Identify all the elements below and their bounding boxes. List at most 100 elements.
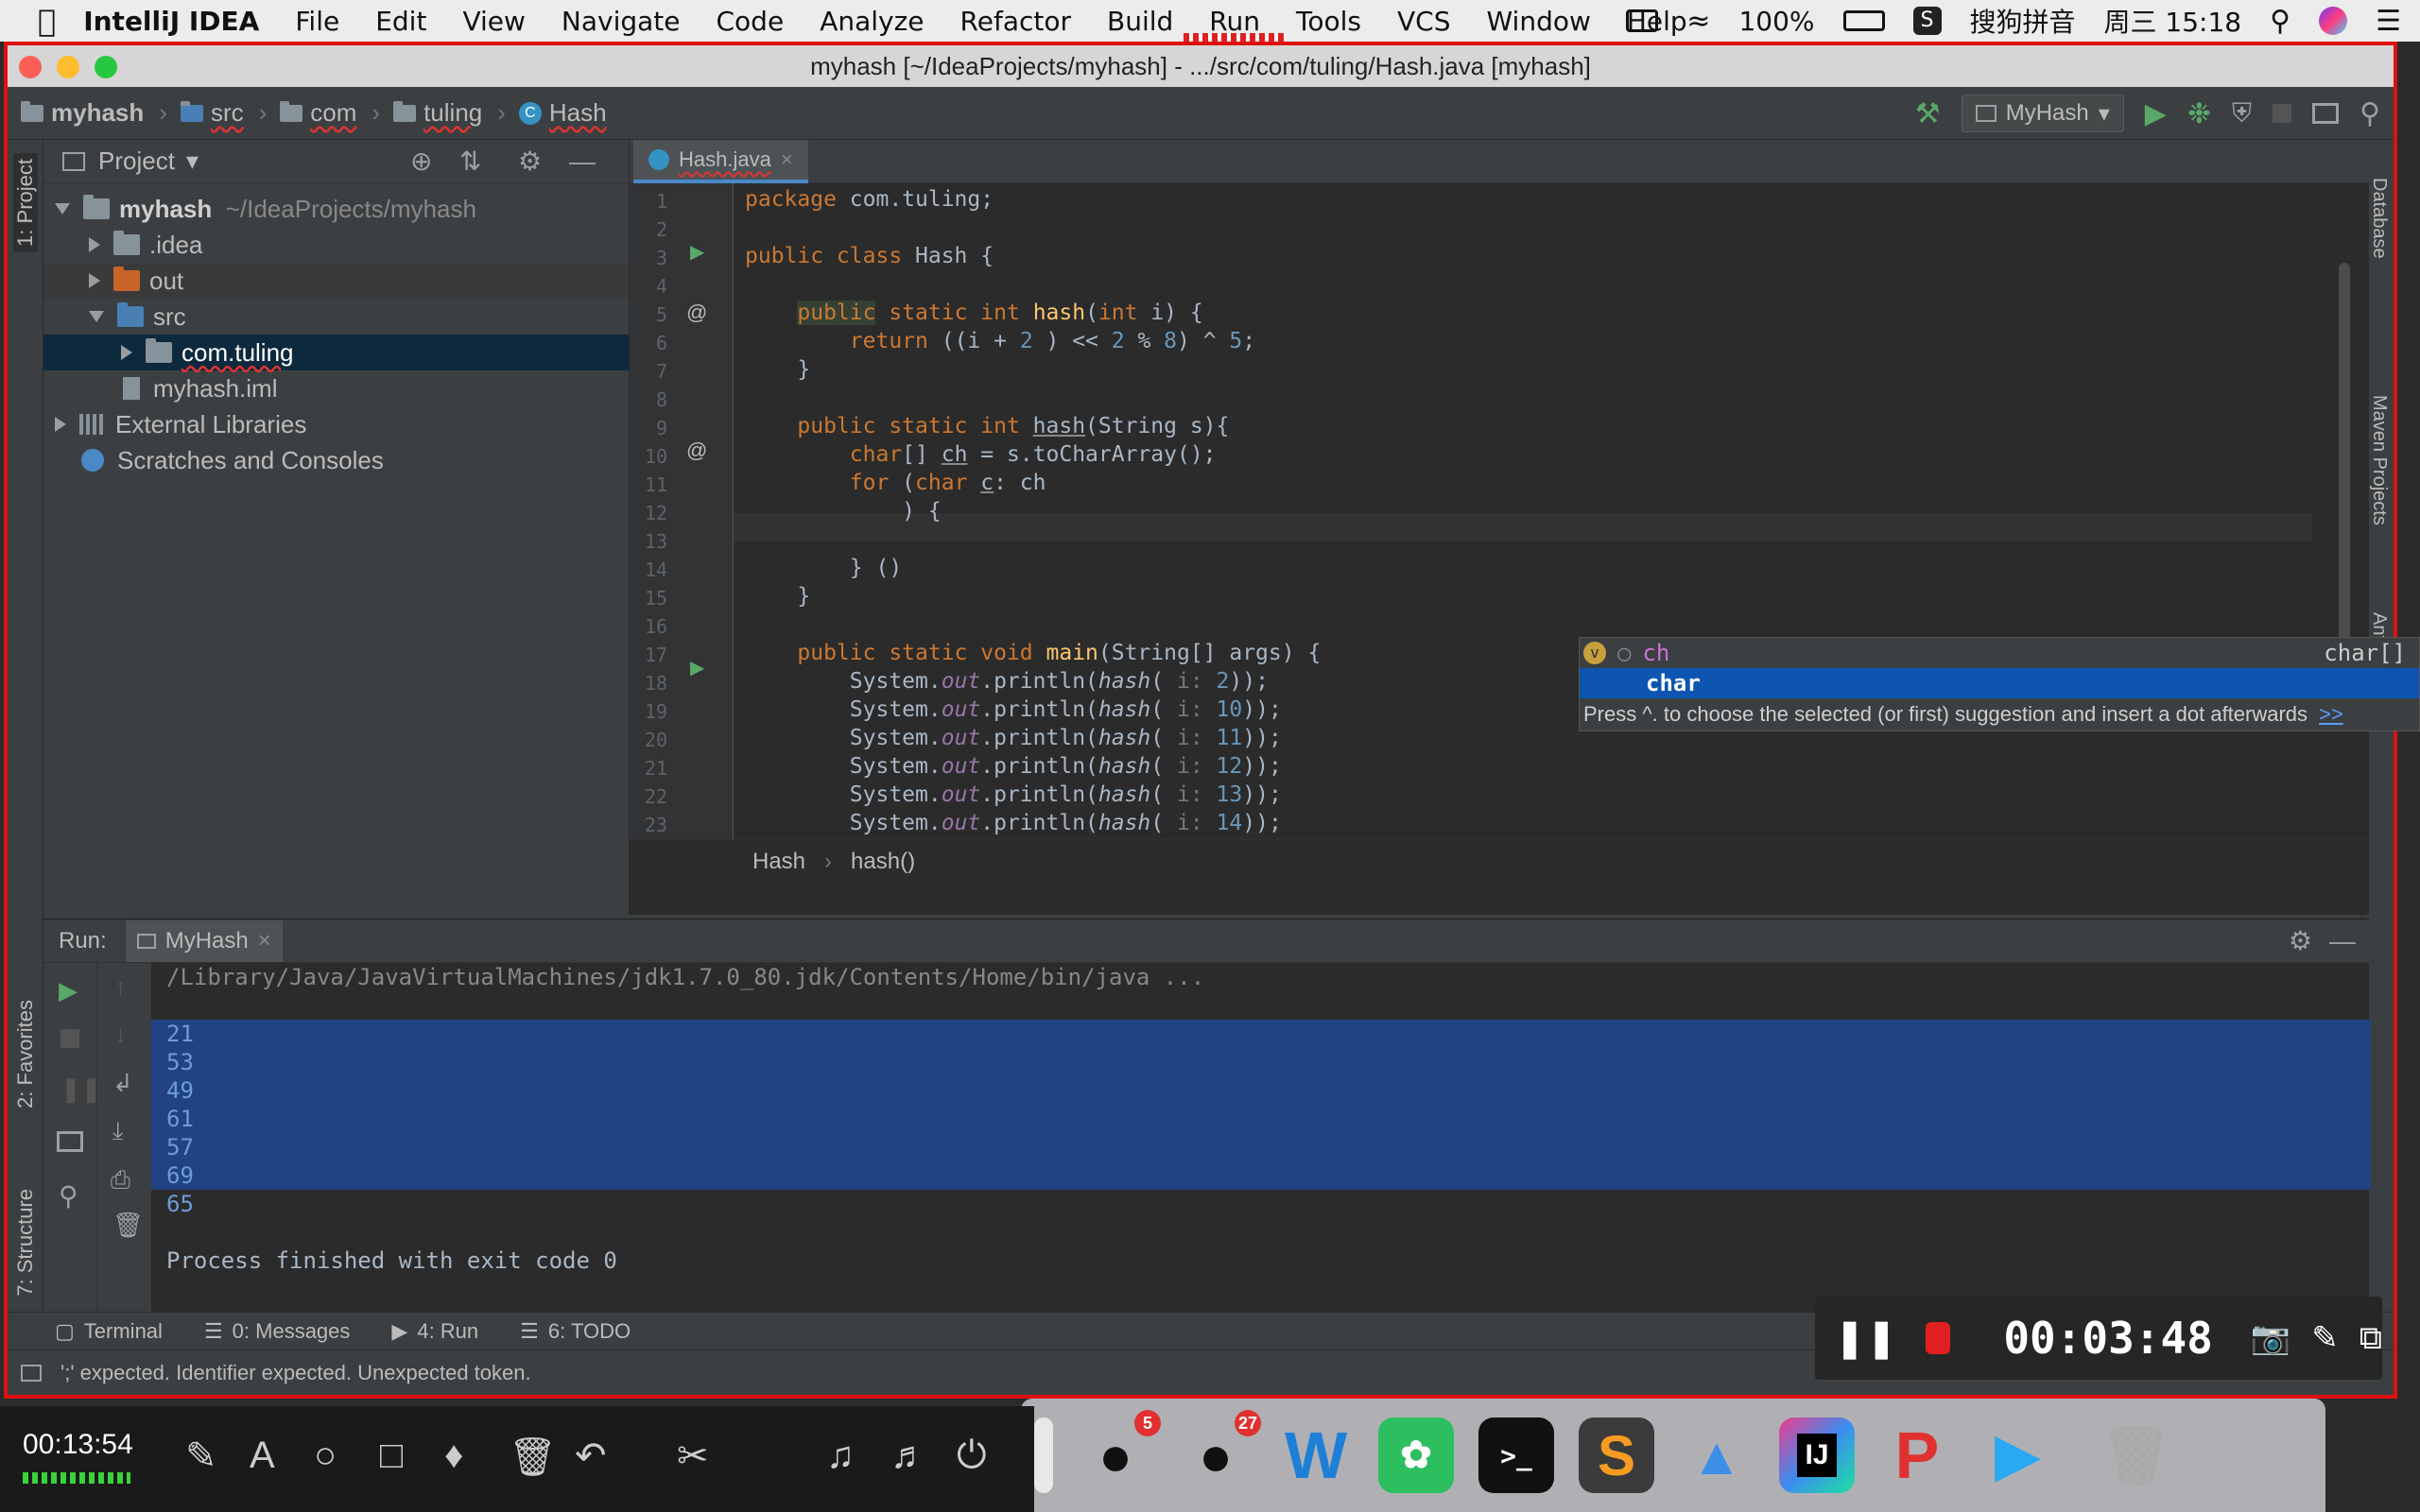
circle-tool-icon[interactable]: ○ [314, 1435, 337, 1477]
keynote-app-icon[interactable]: ▲ [1679, 1418, 1754, 1493]
terminal-app-icon[interactable]: >_ [1478, 1418, 1554, 1493]
run-config-select[interactable]: MyHash ▾ [1961, 94, 2124, 132]
tab-run[interactable]: ▶ 4: Run [391, 1319, 478, 1344]
crumb-src[interactable]: src › [180, 98, 267, 128]
tab-terminal[interactable]: ▢ Terminal [55, 1319, 163, 1344]
close-tab-icon[interactable]: × [258, 928, 271, 954]
tree-item-src[interactable]: src [43, 299, 629, 335]
crumb-myhash[interactable]: myhash › [21, 98, 167, 128]
favorites-tool-tab[interactable]: 2: Favorites [13, 1000, 38, 1108]
collapse-all-icon[interactable]: ⇅ [459, 146, 481, 177]
trash-icon[interactable]: 🗑 [2099, 1418, 2174, 1493]
undo-icon[interactable]: ↶ [575, 1435, 607, 1478]
intellij-app-icon[interactable]: IJ [1779, 1418, 1855, 1493]
menu-code[interactable]: Code [699, 6, 803, 37]
memory-icon[interactable] [1626, 9, 1659, 32]
completion-item-char[interactable]: char [1580, 668, 2419, 698]
console-output[interactable]: /Library/Java/JavaVirtualMachines/jdk1.7… [151, 963, 2371, 1354]
stop-record-button[interactable] [1926, 1322, 1951, 1354]
pause-record-icon[interactable]: ❚❚ [1834, 1316, 1897, 1360]
evernote-app-icon[interactable]: ✿ [1378, 1418, 1454, 1493]
scroll-to-end-icon[interactable]: ⤓ [112, 1116, 124, 1146]
menu-file[interactable]: File [277, 6, 357, 37]
build-hammer-icon[interactable]: ⚒ [1915, 97, 1941, 130]
spotlight-icon[interactable]: ⚲ [2270, 5, 2290, 38]
run-tab-myhash[interactable]: MyHash × [125, 919, 283, 962]
player-app-icon[interactable]: ▶ [1979, 1418, 2055, 1493]
zoom-window-button[interactable] [95, 56, 117, 78]
soft-wrap-icon[interactable]: ↲ [112, 1069, 133, 1098]
hide-panel-icon[interactable]: — [569, 146, 596, 177]
pin-icon[interactable]: ⚲ [59, 1180, 78, 1211]
notification-center-icon[interactable]: ☰ [2376, 5, 2401, 38]
breadcrumb-class[interactable]: Hash [752, 849, 805, 875]
run-icon[interactable]: ▶ [2145, 97, 2167, 130]
expand-arrow-icon[interactable] [55, 203, 70, 215]
window-icon[interactable]: ⧉ [2360, 1320, 2382, 1357]
tree-item-external-libraries[interactable]: External Libraries [43, 406, 629, 442]
menu-refactor[interactable]: Refactor [942, 6, 1089, 37]
structure-tool-tab[interactable]: 7: Structure [13, 1189, 38, 1297]
tree-item-myhash[interactable]: myhash ~/IdeaProjects/myhash [43, 191, 629, 227]
rectangle-tool-icon[interactable]: □ [380, 1435, 403, 1477]
up-arrow-icon[interactable]: ↑ [114, 972, 127, 1002]
breadcrumb-method[interactable]: hash() [851, 849, 915, 875]
close-window-button[interactable] [19, 56, 42, 78]
clock[interactable]: 周三 15:18 [2104, 2, 2242, 40]
hide-panel-icon[interactable]: — [2329, 926, 2356, 956]
down-arrow-icon[interactable]: ↓ [114, 1020, 127, 1049]
stop-icon[interactable] [60, 1029, 79, 1048]
expand-arrow-icon[interactable] [55, 417, 66, 432]
run-gutter-icon[interactable]: ▶ [690, 240, 704, 264]
gear-icon[interactable]: ⚙ [2289, 925, 2312, 956]
tree-item-scratches[interactable]: Scratches and Consoles [43, 442, 629, 478]
trash-icon[interactable]: 🗑 [509, 1435, 557, 1479]
menu-edit[interactable]: Edit [357, 6, 444, 37]
menu-view[interactable]: View [444, 6, 543, 37]
database-tool-tab[interactable]: Database [2368, 178, 2390, 259]
override-gutter-icon[interactable]: @ [686, 301, 707, 325]
input-method-label[interactable]: 搜狗拼音 [1970, 2, 2076, 40]
expand-arrow-icon[interactable] [89, 311, 104, 322]
expand-arrow-icon[interactable] [89, 237, 100, 252]
menu-navigate[interactable]: Navigate [544, 6, 699, 37]
menu-run[interactable]: Run [1184, 6, 1286, 43]
debug-icon[interactable]: ❉ [2187, 97, 2211, 130]
eraser-icon[interactable]: ♦ [444, 1435, 463, 1477]
minimize-window-button[interactable] [57, 56, 79, 78]
tree-item-idea[interactable]: .idea [43, 227, 629, 263]
crumb-com[interactable]: com › [280, 98, 380, 128]
trash-icon[interactable]: 🗑 [112, 1211, 144, 1240]
apple-icon[interactable]:  [0, 3, 74, 39]
power-icon[interactable]: ⏻ [957, 1435, 987, 1477]
print-icon[interactable]: ⎙ [111, 1165, 130, 1195]
speaker-icon[interactable]: ♬ [890, 1435, 928, 1477]
close-tab-icon[interactable]: × [781, 147, 793, 172]
word-app-icon[interactable]: W [1278, 1418, 1354, 1493]
battery-icon[interactable] [1842, 10, 1885, 31]
pen-icon[interactable]: ✎ [2311, 1319, 2339, 1357]
tab-hash-java[interactable]: Hash.java × [633, 140, 808, 183]
code-area[interactable]: package com.tuling; public class Hash { … [734, 183, 2312, 839]
search-everywhere-icon[interactable]: ⚲ [2360, 97, 2380, 130]
project-structure-icon[interactable] [2312, 103, 2340, 124]
qq-app-icon[interactable]: ● 27 [1178, 1410, 1261, 1493]
editor-scrollbar[interactable] [2339, 263, 2350, 669]
tool-windows-icon[interactable] [21, 1364, 42, 1382]
menu-build[interactable]: Build [1089, 6, 1191, 37]
locate-icon[interactable]: ⊕ [410, 146, 432, 177]
text-tool-icon[interactable]: A [250, 1435, 275, 1477]
expand-arrow-icon[interactable] [121, 345, 132, 360]
dock-app-icon[interactable] [1034, 1418, 1053, 1493]
brush-icon[interactable]: ✎ [185, 1435, 217, 1478]
crumb-hash[interactable]: C Hash [518, 98, 607, 128]
menu-window[interactable]: Window [1468, 6, 1608, 37]
qq-app-icon[interactable]: ● 5 [1078, 1410, 1161, 1493]
hint-more-link[interactable]: >> [2319, 702, 2343, 727]
siri-icon[interactable] [2319, 7, 2348, 35]
override-gutter-icon[interactable]: @ [686, 438, 707, 463]
camera-icon[interactable]: 📷 [2251, 1319, 2290, 1357]
maven-tool-tab[interactable]: Maven Projects [2368, 395, 2390, 525]
crumb-tuling[interactable]: tuling › [393, 98, 506, 128]
cut-icon[interactable]: ✂ [677, 1435, 709, 1478]
